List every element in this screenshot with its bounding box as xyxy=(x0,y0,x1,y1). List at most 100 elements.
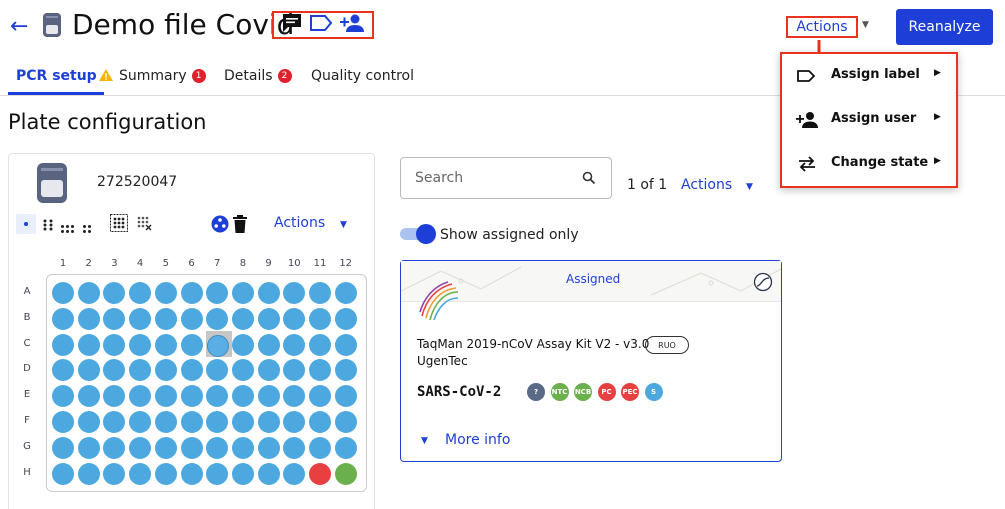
plate-well-h10[interactable] xyxy=(283,462,306,485)
plate-well-h7[interactable] xyxy=(206,462,229,485)
plate-well-c5[interactable] xyxy=(154,333,177,356)
plate-column-label[interactable]: 10 xyxy=(284,258,304,269)
plate-column-label[interactable]: 8 xyxy=(233,258,253,269)
plate-well-e12[interactable] xyxy=(334,385,357,408)
plate-column-label[interactable]: 9 xyxy=(259,258,279,269)
plate-well-b10[interactable] xyxy=(283,307,306,330)
caret-down-icon[interactable]: ▼ xyxy=(421,436,428,446)
plate-well-c6[interactable] xyxy=(180,333,203,356)
plate-row-label[interactable]: C xyxy=(20,338,34,349)
caret-down-icon[interactable]: ▼ xyxy=(746,182,753,192)
plate-well-h9[interactable] xyxy=(257,462,280,485)
tab-details[interactable]: Details 2 xyxy=(224,68,292,84)
plate-well-a1[interactable] xyxy=(52,282,74,304)
assay-actions-button[interactable]: Actions xyxy=(681,177,732,193)
plate-well-b4[interactable] xyxy=(129,307,152,330)
plate-well-d2[interactable] xyxy=(77,359,100,382)
plate-well-f1[interactable] xyxy=(52,411,74,433)
search-icon[interactable] xyxy=(582,170,596,189)
plate-row-label[interactable]: E xyxy=(20,389,34,400)
plate-well-h3[interactable] xyxy=(103,462,126,485)
plate-column-label[interactable]: 2 xyxy=(79,258,99,269)
plate-well-c8[interactable] xyxy=(231,333,254,356)
tab-quality-control[interactable]: Quality control xyxy=(311,68,414,84)
plate-well-g10[interactable] xyxy=(283,436,306,459)
plate-well-b7[interactable] xyxy=(206,307,229,330)
plate-row-label[interactable]: B xyxy=(20,312,34,323)
plate-well-f5[interactable] xyxy=(154,411,177,433)
plate-row-label[interactable]: D xyxy=(20,363,34,374)
plate-well-f6[interactable] xyxy=(180,411,203,433)
plate-well-h5[interactable] xyxy=(154,462,177,485)
plate-well-b9[interactable] xyxy=(257,307,280,330)
plate-well-c1[interactable] xyxy=(52,333,74,356)
plate-row-label[interactable]: H xyxy=(20,467,34,478)
plate-well-c12[interactable] xyxy=(334,333,357,356)
plate-well-h8[interactable] xyxy=(231,462,254,485)
plate-well-g1[interactable] xyxy=(52,436,74,459)
menu-item-change-state[interactable]: Change state ▶ xyxy=(782,142,956,186)
row-select-icon[interactable] xyxy=(60,219,76,238)
plate-well-c4[interactable] xyxy=(129,333,152,356)
plate-well-h6[interactable] xyxy=(180,462,203,485)
single-well-select-button[interactable] xyxy=(16,214,36,234)
plate-column-label[interactable]: 1 xyxy=(53,258,73,269)
plate-well-b6[interactable] xyxy=(180,307,203,330)
plate-well-b11[interactable] xyxy=(309,307,331,330)
plate-well-b5[interactable] xyxy=(154,307,177,330)
delete-icon[interactable] xyxy=(233,215,247,237)
plate-well-g11[interactable] xyxy=(309,436,331,459)
comment-icon[interactable] xyxy=(281,13,303,37)
plate-well-b1[interactable] xyxy=(52,307,74,330)
plate-well-c10[interactable] xyxy=(283,333,306,356)
plate-well-a6[interactable] xyxy=(180,282,203,304)
reanalyze-button[interactable]: Reanalyze xyxy=(896,9,993,45)
plate-well-g8[interactable] xyxy=(231,436,254,459)
plate-well-c7[interactable] xyxy=(207,334,230,357)
column-select-icon[interactable] xyxy=(42,217,54,236)
plate-well-a2[interactable] xyxy=(77,282,100,304)
plate-well-c2[interactable] xyxy=(77,333,100,356)
menu-item-assign-user[interactable]: Assign user ▶ xyxy=(782,98,956,142)
plate-well-g12[interactable] xyxy=(334,436,357,459)
caret-down-icon[interactable]: ▼ xyxy=(862,20,869,30)
plate-well-a5[interactable] xyxy=(154,282,177,304)
search-input[interactable] xyxy=(400,157,612,199)
plate-well-d12[interactable] xyxy=(334,359,357,382)
deselect-all-icon[interactable] xyxy=(136,215,152,235)
plate-well-f12[interactable] xyxy=(334,411,357,433)
plate-column-label[interactable]: 12 xyxy=(336,258,356,269)
select-all-icon[interactable] xyxy=(110,214,128,236)
plate-column-label[interactable]: 7 xyxy=(207,258,227,269)
plate-row-label[interactable]: A xyxy=(20,286,34,297)
plate-well-c3[interactable] xyxy=(103,333,126,356)
plate-well-f4[interactable] xyxy=(129,411,152,433)
plate-well-a4[interactable] xyxy=(129,282,152,304)
plate-well-e6[interactable] xyxy=(180,385,203,408)
plate-well-g2[interactable] xyxy=(77,436,100,459)
plate-well-f2[interactable] xyxy=(77,411,100,433)
plate-well-a12[interactable] xyxy=(334,282,357,304)
toggle-knob[interactable] xyxy=(416,224,436,244)
plate-column-label[interactable]: 11 xyxy=(310,258,330,269)
plate-well-a11[interactable] xyxy=(309,282,331,304)
plate-row-label[interactable]: G xyxy=(20,441,34,452)
add-user-icon[interactable] xyxy=(339,13,365,37)
label-icon[interactable] xyxy=(309,14,333,36)
plate-well-g9[interactable] xyxy=(257,436,280,459)
plate-well-f8[interactable] xyxy=(231,411,254,433)
plate-column-label[interactable]: 3 xyxy=(104,258,124,269)
color-palette-icon[interactable] xyxy=(211,215,229,237)
plate-well-g6[interactable] xyxy=(180,436,203,459)
tab-summary[interactable]: Summary 1 xyxy=(119,68,206,84)
plate-well-f11[interactable] xyxy=(309,411,331,433)
caret-down-icon[interactable]: ▼ xyxy=(340,220,347,230)
plate-well-b12[interactable] xyxy=(334,307,357,330)
more-info-link[interactable]: More info xyxy=(445,432,510,448)
menu-item-assign-label[interactable]: Assign label ▶ xyxy=(782,54,956,98)
tab-pcr-setup[interactable]: PCR setup xyxy=(16,68,113,85)
plate-well-c9[interactable] xyxy=(257,333,280,356)
plate-row-label[interactable]: F xyxy=(20,415,34,426)
plate-well-c11[interactable] xyxy=(309,333,331,356)
plate-well-f9[interactable] xyxy=(257,411,280,433)
